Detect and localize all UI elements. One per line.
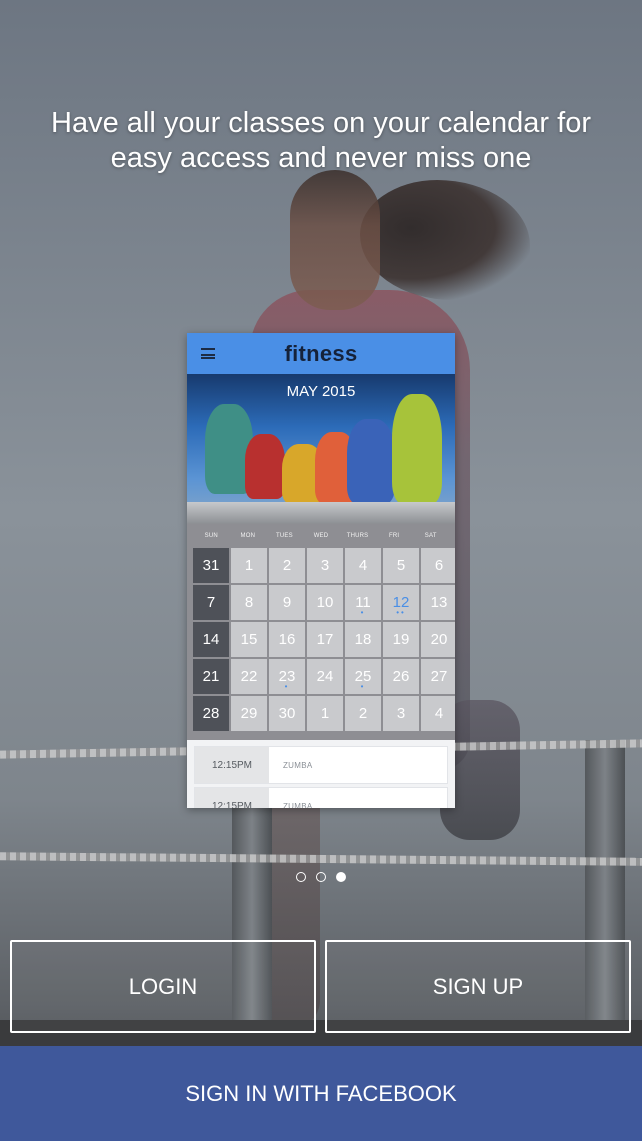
day-of-week: FRI — [389, 533, 400, 539]
runner-head — [290, 170, 380, 310]
calendar-grid: 31 1 2 3 4 5 6 7 8 9 10 11 • 12 •• 13 14 1… — [193, 548, 455, 731]
calendar-day[interactable]: 11 • — [345, 585, 381, 620]
calendar-day[interactable]: 6 — [421, 548, 455, 583]
onboarding-headline: Have all your classes on your calendar f… — [51, 107, 591, 174]
athlete-figure — [392, 394, 442, 504]
app-title: fitness — [284, 340, 358, 366]
calendar-day[interactable]: 25 • — [345, 659, 381, 694]
calendar-day[interactable]: 31 — [193, 548, 229, 583]
calendar-day[interactable]: 10 — [307, 585, 343, 620]
calendar-day-selected[interactable]: 12 •• — [383, 585, 419, 620]
calendar-day[interactable]: 18 — [345, 622, 381, 657]
calendar-day[interactable]: 4 — [421, 696, 455, 731]
athlete-figure — [245, 434, 285, 499]
runner-hair — [360, 180, 530, 300]
class-name: ZUMBA — [283, 801, 313, 809]
event-dot-icon: • — [360, 608, 366, 617]
hero-image: MAY 2015 — [187, 374, 455, 524]
calendar-day[interactable]: 30 — [269, 696, 305, 731]
event-dot-icon: • — [360, 682, 366, 691]
day-of-week: WED — [313, 533, 329, 539]
event-dot-icon: • — [284, 682, 290, 691]
calendar-day[interactable]: 28 — [193, 696, 229, 731]
hamburger-menu-icon — [201, 348, 215, 359]
page-indicator — [0, 872, 642, 882]
day-of-week: THURS — [346, 533, 369, 539]
calendar-day[interactable]: 17 — [307, 622, 343, 657]
calendar-day[interactable]: 8 — [231, 585, 267, 620]
calendar-day[interactable]: 13 — [421, 585, 455, 620]
calendar-day[interactable]: 1 — [231, 548, 267, 583]
day-of-week: SUN — [204, 533, 218, 539]
class-name: ZUMBA — [283, 760, 313, 770]
calendar-day[interactable]: 5 — [383, 548, 419, 583]
schedule-row[interactable]: 12:15PM ZUMBA — [194, 746, 448, 784]
calendar-day[interactable]: 27 — [421, 659, 455, 694]
hero-railing — [187, 502, 455, 524]
signup-button[interactable]: SIGN UP — [325, 940, 631, 1033]
fence-rope — [0, 852, 642, 866]
page-dot[interactable] — [296, 872, 306, 882]
calendar-day[interactable]: 3 — [383, 696, 419, 731]
day-of-week: MON — [240, 533, 256, 539]
calendar-day[interactable]: 3 — [307, 548, 343, 583]
class-time: 12:15PM — [195, 788, 269, 808]
phone-mockup: fitness MAY 2015 SUN MON TUES WED THURS … — [187, 333, 455, 808]
class-time: 12:15PM — [195, 747, 269, 783]
calendar-day[interactable]: 9 — [269, 585, 305, 620]
calendar-day[interactable]: 15 — [231, 622, 267, 657]
calendar-day[interactable]: 7 — [193, 585, 229, 620]
calendar-day[interactable]: 2 — [345, 696, 381, 731]
calendar-day[interactable]: 22 — [231, 659, 267, 694]
page-dot-active[interactable] — [336, 872, 346, 882]
athlete-figure — [347, 419, 395, 504]
calendar-day[interactable]: 26 — [383, 659, 419, 694]
class-schedule: 12:15PM ZUMBA 12:15PM ZUMBA — [187, 740, 455, 808]
calendar-day[interactable]: 1 — [307, 696, 343, 731]
calendar-day[interactable]: 4 — [345, 548, 381, 583]
event-dots-icon: •• — [396, 608, 406, 617]
calendar-day[interactable]: 24 — [307, 659, 343, 694]
login-button[interactable]: LOGIN — [10, 940, 316, 1033]
day-of-week: TUES — [276, 533, 293, 539]
calendar-day[interactable]: 29 — [231, 696, 267, 731]
app-header: fitness — [187, 333, 455, 374]
calendar-day[interactable]: 19 — [383, 622, 419, 657]
days-of-week: SUN MON TUES WED THURS FRI SAT — [193, 524, 449, 548]
calendar: SUN MON TUES WED THURS FRI SAT 31 1 2 3 … — [187, 524, 455, 740]
page-dot[interactable] — [316, 872, 326, 882]
calendar-day[interactable]: 16 — [269, 622, 305, 657]
calendar-day[interactable]: 21 — [193, 659, 229, 694]
schedule-row[interactable]: 12:15PM ZUMBA — [194, 787, 448, 808]
day-of-week: SAT — [424, 533, 437, 539]
calendar-day[interactable]: 2 — [269, 548, 305, 583]
calendar-day[interactable]: 20 — [421, 622, 455, 657]
calendar-day[interactable]: 23 • — [269, 659, 305, 694]
facebook-signin-button[interactable]: SIGN IN WITH FACEBOOK — [0, 1046, 642, 1141]
calendar-day[interactable]: 14 — [193, 622, 229, 657]
